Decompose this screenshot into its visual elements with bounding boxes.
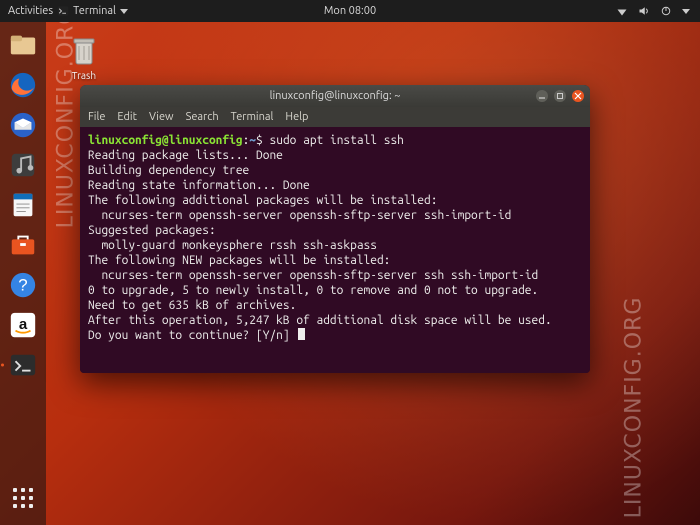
output-line: The following NEW packages will be insta…	[88, 253, 582, 268]
cursor-icon	[298, 328, 305, 340]
dock-icon-files[interactable]	[6, 28, 40, 62]
output-line: Reading package lists... Done	[88, 148, 582, 163]
trash-icon	[67, 32, 101, 70]
output-line: ncurses-term openssh-server openssh-sftp…	[88, 268, 582, 283]
chevron-down-icon	[120, 9, 128, 14]
volume-icon[interactable]	[638, 5, 650, 17]
dock-icon-writer[interactable]	[6, 188, 40, 222]
prompt-line: linuxconfig@linuxconfig:~$ sudo apt inst…	[88, 133, 582, 148]
output-line: After this operation, 5,247 kB of additi…	[88, 313, 582, 328]
output-line: Reading state information... Done	[88, 178, 582, 193]
show-applications-button[interactable]	[6, 481, 40, 515]
menu-edit[interactable]: Edit	[117, 111, 137, 123]
window-titlebar[interactable]: linuxconfig@linuxconfig: ~	[80, 85, 590, 107]
app-menu[interactable]: Terminal	[57, 5, 128, 17]
network-icon[interactable]	[616, 5, 628, 17]
menu-terminal[interactable]: Terminal	[231, 111, 274, 123]
window-maximize-button[interactable]	[554, 90, 566, 102]
dock-icon-terminal[interactable]	[6, 348, 40, 382]
output-line: ncurses-term openssh-server openssh-sftp…	[88, 208, 582, 223]
menu-file[interactable]: File	[88, 111, 105, 123]
terminal-output[interactable]: linuxconfig@linuxconfig:~$ sudo apt inst…	[80, 127, 590, 373]
svg-text:?: ?	[18, 276, 27, 295]
output-line: Need to get 635 kB of archives.	[88, 298, 582, 313]
svg-text:a: a	[19, 316, 28, 333]
clock[interactable]: Mon 08:00	[324, 5, 376, 17]
terminal-window[interactable]: linuxconfig@linuxconfig: ~ File Edit Vie…	[80, 85, 590, 373]
window-title: linuxconfig@linuxconfig: ~	[270, 90, 401, 102]
menu-search[interactable]: Search	[186, 111, 219, 123]
dock-icon-help[interactable]: ?	[6, 268, 40, 302]
dock-icon-software[interactable]	[6, 228, 40, 262]
menu-bar: File Edit View Search Terminal Help	[80, 107, 590, 127]
output-line: Suggested packages:	[88, 223, 582, 238]
chevron-down-icon[interactable]	[682, 9, 690, 14]
dock-icon-firefox[interactable]	[6, 68, 40, 102]
dock-icon-thunderbird[interactable]	[6, 108, 40, 142]
top-panel: Activities Terminal Mon 08:00	[0, 0, 700, 22]
power-icon[interactable]	[660, 5, 672, 17]
trash-desktop-item[interactable]: Trash	[56, 32, 112, 81]
activities-button[interactable]: Activities	[8, 5, 53, 17]
window-minimize-button[interactable]	[536, 90, 548, 102]
output-line: Do you want to continue? [Y/n]	[88, 328, 582, 343]
menu-help[interactable]: Help	[285, 111, 308, 123]
output-line: 0 to upgrade, 5 to newly install, 0 to r…	[88, 283, 582, 298]
desktop-icons: Trash	[56, 32, 112, 81]
dock-icon-rhythmbox[interactable]	[6, 148, 40, 182]
output-line: molly-guard monkeysphere rssh ssh-askpas…	[88, 238, 582, 253]
output-line: The following additional packages will b…	[88, 193, 582, 208]
window-close-button[interactable]	[572, 90, 584, 102]
terminal-icon	[57, 5, 69, 17]
trash-label: Trash	[72, 70, 96, 81]
watermark: LINUXCONFIG.ORG	[622, 297, 647, 519]
desktop-root: Activities Terminal Mon 08:00	[0, 0, 700, 525]
app-menu-label: Terminal	[73, 5, 116, 17]
dock-icon-amazon[interactable]: a	[6, 308, 40, 342]
menu-view[interactable]: View	[149, 111, 174, 123]
output-line: Building dependency tree	[88, 163, 582, 178]
dock: ? a	[0, 22, 46, 525]
